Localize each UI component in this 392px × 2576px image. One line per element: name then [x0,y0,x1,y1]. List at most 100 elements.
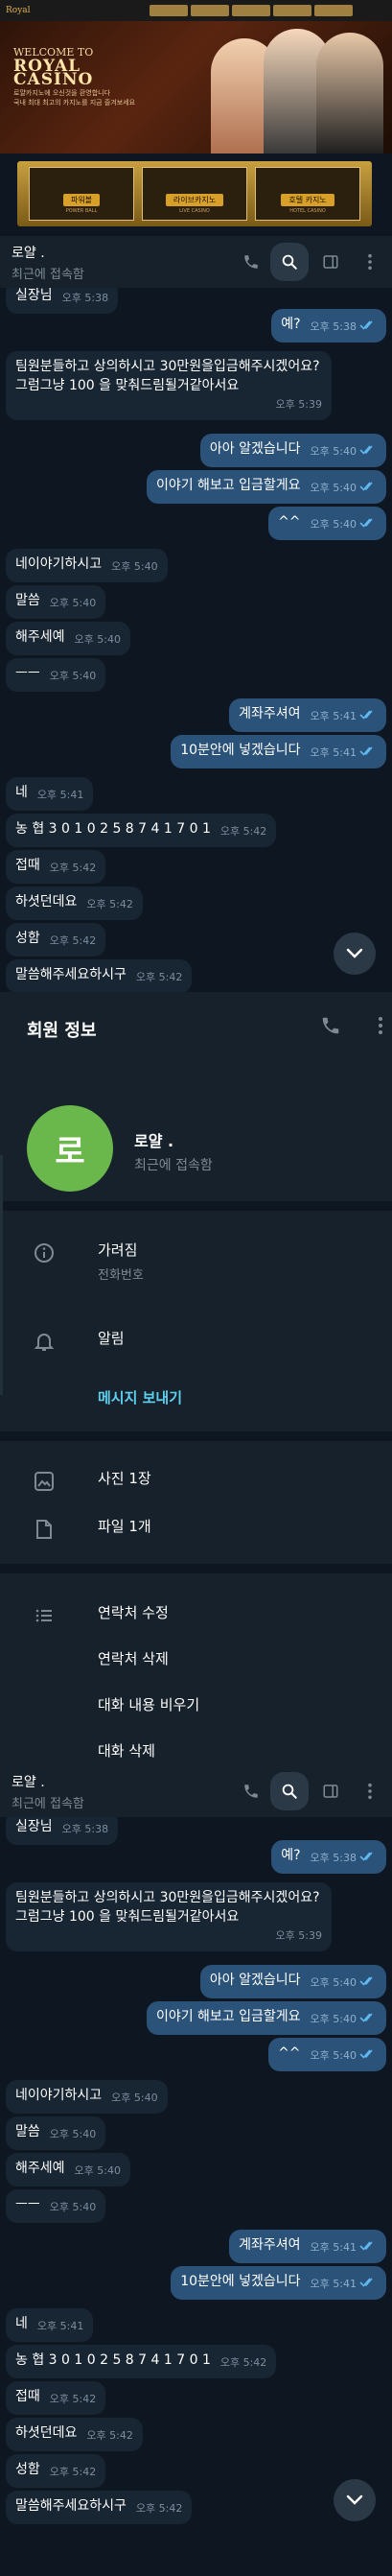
message-text: 말씀해주세요하시구 [15,2498,127,2514]
delete-contact-row[interactable]: 연락처 삭제 [0,1648,392,1677]
message-text: 네 [15,2316,28,2331]
game-card-live-casino[interactable]: 라이브카지노 LIVE CASINO [142,167,247,221]
photos-row[interactable]: 사진 1장 [0,1468,392,1497]
photos-label: 사진 1장 [98,1470,151,1487]
message-bubble: 팀원분들하고 상의하시고 30만원을입금해주시겠어요?그럼그냥 100 을 맞춰… [6,1882,332,1951]
message-text: 말씀 [15,2124,40,2139]
message-bubble: 하셧던데요 오후 5:42 [6,2418,143,2451]
list-icon [33,1604,56,1627]
banner-nav-item [191,5,229,16]
chat-status: 최근에 접속함 [12,1797,84,1811]
message-time: 오후 5:41 [310,2241,357,2254]
phone-icon[interactable] [320,1015,341,1040]
send-message-button[interactable]: 메시지 보내기 [98,1387,182,1407]
phone-icon[interactable] [238,1778,265,1805]
message-time: 오후 5:39 [275,1929,322,1942]
search-icon[interactable] [270,1772,309,1810]
chat-title[interactable]: 로얄 . [12,243,45,262]
message-time: 오후 5:42 [135,2502,183,2515]
message-time: 오후 5:40 [49,2128,97,2140]
delete-chat-row[interactable]: 대화 삭제 [0,1740,392,1763]
message-time: 오후 5:42 [86,898,133,910]
more-vertical-icon[interactable] [378,1015,383,1040]
phone-icon[interactable] [238,248,265,275]
message-bubble: 10분안에 넣겠습니다 오후 5:41 [171,2266,386,2300]
message-time: 오후 5:41 [310,710,357,722]
message-text: 팀원분들하고 상의하시고 30만원을입금해주시겠어요?그럼그냥 100 을 맞춰… [15,1890,320,1925]
send-message-row[interactable]: 메시지 보내기 [0,1387,392,1416]
message-text: 해주세예 [15,2161,65,2176]
scroll-down-button[interactable] [334,2479,376,2521]
scroll-down-button[interactable] [334,933,376,975]
notifications-label: 알림 [98,1330,125,1347]
message-bubble: 이야기 해보고 입금할게요 오후 5:40 [146,470,386,504]
message-text: 성함 [15,2462,40,2477]
game-card-label: 라이브카지노 [165,194,224,206]
banner-nav-item [232,5,270,16]
message-time: 오후 5:42 [49,862,97,874]
message-bubble: 농 협 3 0 1 0 2 5 8 7 4 1 7 0 1 오후 5:42 [6,814,277,847]
message-bubble: ^^ 오후 5:40 [268,2038,386,2071]
message-text: 아아 알겠습니다 [209,441,301,457]
game-card-sub: HOTEL CASINO [289,208,326,214]
message-time: 오후 5:40 [49,670,97,682]
read-check-icon [359,442,377,461]
message-text: 접때 [15,858,40,873]
message-time: 오후 5:41 [36,789,84,801]
banner-hero-title: WELCOME TO ROYAL CASINO [13,46,167,88]
message-list[interactable]: 실장님 오후 5:38 예? 오후 5:38 팀원분들하고 상의하시고 30만원을입… [0,288,392,992]
edit-contact-row[interactable]: 연락처 수정 [0,1602,392,1631]
user-info-header: 회원 정보 [0,992,392,1061]
casino-banner: Royal WELCOME TO ROYAL CASINO 로얄카지노에 오신것… [0,0,392,154]
user-info-panel: 회원 정보 로 로얄 . 최근에 접속함 가려짐 전화번호 알림 메시지 보내기… [0,992,392,1765]
divider [0,1564,392,1573]
game-card-hotel-casino[interactable]: 호텔 카지노 HOTEL CASINO [255,167,360,221]
clear-history-label: 대화 내용 비우기 [98,1696,200,1713]
clear-history-row[interactable]: 대화 내용 비우기 [0,1694,392,1723]
search-icon[interactable] [270,243,309,281]
message-time: 오후 5:42 [86,2429,133,2442]
divider [0,1431,392,1441]
delete-contact-label: 연락처 삭제 [98,1650,169,1667]
photo-icon [33,1470,56,1493]
sidebar-toggle-icon[interactable] [317,1778,344,1805]
message-bubble: 말씀 오후 5:40 [6,2116,106,2150]
message-text: ^^ [278,2045,301,2061]
message-text: 말씀해주세요하시구 [15,967,127,982]
banner-topbar: Royal [0,0,392,21]
message-time: 오후 5:40 [310,482,357,494]
chat-status: 최근에 접속함 [12,268,84,282]
message-time: 오후 5:40 [310,1976,357,1989]
avatar[interactable]: 로 [27,1105,113,1192]
message-bubble: 접때 오후 5:42 [6,2381,106,2415]
chat-title[interactable]: 로얄 . [12,1772,45,1791]
message-time: 오후 5:40 [310,445,357,458]
more-vertical-icon[interactable] [357,248,383,275]
banner-nav-item [273,5,311,16]
info-icon [33,1241,56,1264]
message-list[interactable]: 실장님 오후 5:38 예? 오후 5:38 팀원분들하고 상의하시고 30만원을입… [0,1817,392,2576]
message-text: 하셧던데요 [15,894,78,910]
message-text: 해주세예 [15,629,65,645]
message-text: 접때 [15,2389,40,2404]
notifications-row[interactable]: 알림 [0,1328,392,1357]
message-text: 네이야기하시고 [15,556,103,572]
sidebar-toggle-icon[interactable] [317,248,344,275]
message-time: 오후 5:41 [36,2320,84,2332]
message-bubble: 네이야기하시고 오후 5:40 [6,549,168,582]
message-bubble: 성함 오후 5:42 [6,923,106,957]
more-vertical-icon[interactable] [357,1778,383,1805]
read-check-icon [359,479,377,498]
read-check-icon [359,515,377,534]
read-check-icon [359,744,377,763]
game-card-powerball[interactable]: 파워볼 POWER BALL [29,167,134,221]
files-row[interactable]: 파일 1개 [0,1516,392,1545]
message-time: 오후 5:38 [310,320,357,333]
user-name: 로얄 . [134,1132,174,1150]
message-time: 오후 5:40 [49,2201,97,2213]
message-bubble: 계좌주셔여 오후 5:41 [229,2230,386,2263]
files-label: 파일 1개 [98,1518,151,1535]
divider [0,1201,392,1211]
message-bubble: 말씀 오후 5:40 [6,585,106,619]
phone-number-row[interactable]: 가려짐 전화번호 [0,1240,392,1288]
